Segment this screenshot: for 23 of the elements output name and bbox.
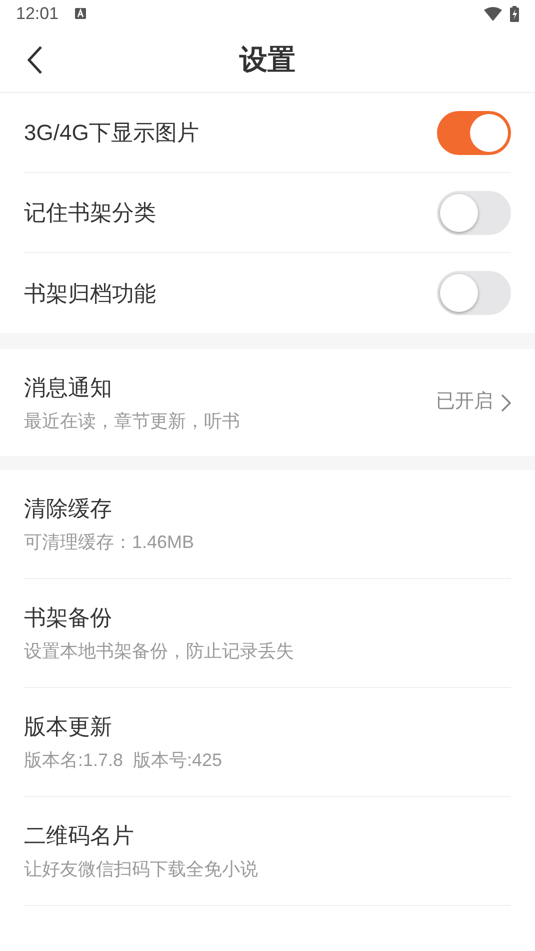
wifi-icon — [484, 6, 502, 20]
toggle-switch[interactable] — [437, 110, 511, 154]
setting-description: 可清理缓存：1.46MB — [24, 531, 196, 554]
status-time: 12:01 — [16, 2, 59, 25]
setting-description: 版本名:1.7.8 版本号:425 — [24, 749, 224, 772]
toggle-switch[interactable] — [437, 271, 511, 315]
setting-label: 书架归档功能 — [24, 280, 157, 308]
setting-title: 清除缓存 — [24, 495, 113, 523]
setting-description: 设置本地书架备份，防止记录丢失 — [24, 640, 295, 663]
chevron-right-icon — [501, 394, 511, 412]
setting-label: 3G/4G下显示图片 — [24, 119, 200, 147]
setting-title: 消息通知 — [24, 374, 113, 402]
setting-title: 版本更新 — [24, 713, 113, 741]
setting-description: 让好友微信扫码下载全免小说 — [24, 858, 259, 881]
setting-description: 最近在读，章节更新，听书 — [24, 410, 241, 432]
setting-title: 二维码名片 — [24, 822, 135, 850]
setting-label: 记住书架分类 — [24, 199, 157, 227]
toggle-switch[interactable] — [437, 190, 511, 234]
setting-title: 书架备份 — [24, 604, 113, 632]
battery-icon — [510, 6, 519, 22]
page-title: 设置 — [240, 42, 296, 76]
status-value: 已开启 — [436, 390, 493, 414]
notification-icon — [74, 8, 86, 19]
